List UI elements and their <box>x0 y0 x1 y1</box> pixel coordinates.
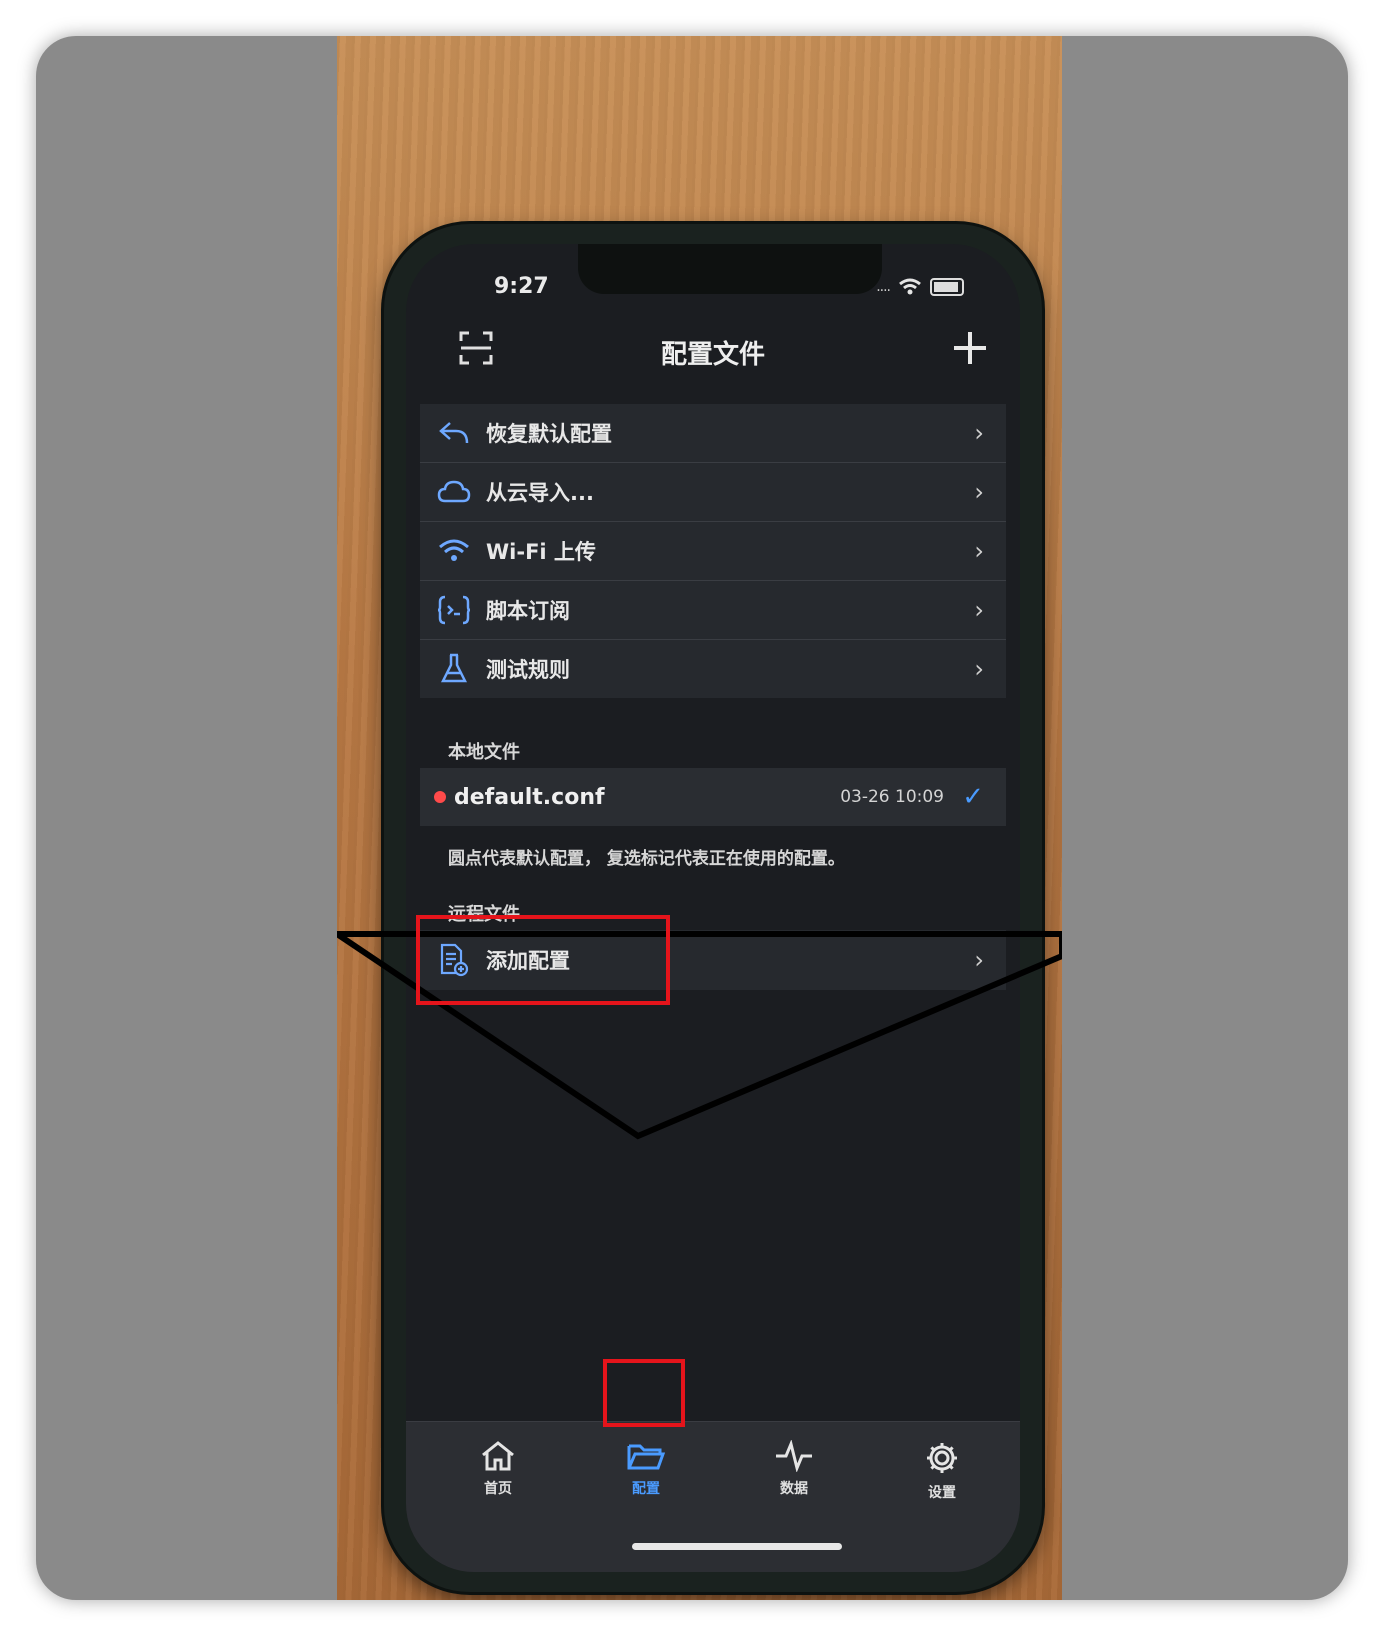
cloud-icon <box>437 480 471 503</box>
status-time: 9:27 <box>494 274 549 299</box>
tab-label: 配置 <box>632 1481 660 1497</box>
home-icon <box>482 1441 514 1471</box>
tab-bar: 首页 配置 数据 设置 <box>406 1421 1020 1572</box>
folder-icon <box>627 1444 666 1470</box>
status-icons: .... <box>876 278 964 296</box>
chevron-right-icon: › <box>974 478 984 506</box>
highlight-box-config-tab <box>603 1359 685 1427</box>
menu-group: 恢复默认配置 › 从云导入... › Wi-Fi 上传 › 脚本订阅 › 测试规… <box>420 404 1006 698</box>
tab-settings[interactable]: 设置 <box>902 1440 982 1502</box>
add-button[interactable] <box>950 328 990 372</box>
file-time: 03-26 10:09 <box>840 787 944 807</box>
undo-icon <box>439 422 469 444</box>
wifi-icon <box>439 539 469 561</box>
menu-item-restore-default[interactable]: 恢复默认配置 › <box>420 404 1006 463</box>
menu-item-label: 测试规则 <box>486 658 570 682</box>
tab-label: 设置 <box>928 1485 956 1501</box>
menu-item-test-rules[interactable]: 测试规则 › <box>420 640 1006 698</box>
legend-hint: 圆点代表默认配置， 复选标记代表正在使用的配置。 <box>448 849 845 869</box>
menu-item-import-cloud[interactable]: 从云导入... › <box>420 463 1006 522</box>
activity-icon <box>776 1439 812 1473</box>
chevron-right-icon: › <box>974 946 984 974</box>
menu-item-label: 从云导入... <box>486 481 594 505</box>
chevron-right-icon: › <box>974 537 984 565</box>
default-dot-icon <box>434 791 446 803</box>
nav-bar: 配置文件 <box>406 324 1020 384</box>
flask-icon <box>440 653 468 683</box>
battery-icon <box>930 278 964 296</box>
signal-indicator: .... <box>876 279 891 295</box>
tab-data[interactable]: 数据 <box>754 1439 834 1498</box>
script-icon <box>437 595 471 625</box>
menu-item-script-subscription[interactable]: 脚本订阅 › <box>420 581 1006 640</box>
file-name: default.conf <box>454 784 605 810</box>
tab-home[interactable]: 首页 <box>458 1440 538 1498</box>
menu-item-label: Wi-Fi 上传 <box>486 540 596 564</box>
home-indicator[interactable] <box>632 1543 842 1550</box>
gear-icon <box>927 1443 957 1473</box>
viewer-frame: 9:27 .... 配置文件 恢复默认配置 › 从云导入... › Wi-Fi … <box>36 36 1348 1600</box>
wifi-icon <box>899 278 921 295</box>
chevron-right-icon: › <box>974 655 984 683</box>
menu-item-label: 脚本订阅 <box>486 599 570 623</box>
section-header-local: 本地文件 <box>448 742 520 763</box>
chevron-right-icon: › <box>974 419 984 447</box>
highlight-box-add-config <box>416 915 670 1005</box>
tab-label: 首页 <box>484 1481 512 1497</box>
tab-label: 数据 <box>780 1481 808 1497</box>
tab-config[interactable]: 配置 <box>606 1440 686 1498</box>
page-title: 配置文件 <box>660 340 765 370</box>
notch <box>578 244 882 294</box>
phone-screen: 9:27 .... 配置文件 恢复默认配置 › 从云导入... › Wi-Fi … <box>406 244 1020 1572</box>
photo: 9:27 .... 配置文件 恢复默认配置 › 从云导入... › Wi-Fi … <box>337 36 1062 1600</box>
chevron-right-icon: › <box>974 596 984 624</box>
phone-device: 9:27 .... 配置文件 恢复默认配置 › 从云导入... › Wi-Fi … <box>384 224 1042 1592</box>
checkmark-icon: ✓ <box>962 782 984 812</box>
file-row-default[interactable]: default.conf 03-26 10:09 ✓ <box>420 768 1006 826</box>
menu-item-wifi-upload[interactable]: Wi-Fi 上传 › <box>420 522 1006 581</box>
menu-item-label: 恢复默认配置 <box>486 422 612 446</box>
plus-icon <box>954 332 986 364</box>
